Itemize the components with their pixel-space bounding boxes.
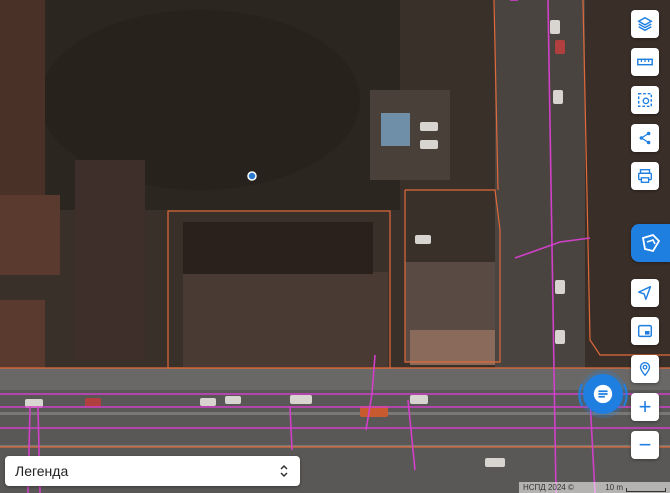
select-area-button[interactable] xyxy=(631,86,659,114)
building-shadow xyxy=(183,222,373,274)
scale-line xyxy=(626,488,666,492)
picture-in-picture-icon xyxy=(637,324,653,338)
ruler-icon xyxy=(637,58,653,66)
location-search-icon xyxy=(639,362,651,377)
point-marker[interactable] xyxy=(247,171,257,181)
side-panel-tab[interactable] xyxy=(631,224,670,262)
legend-label: Легенда xyxy=(15,463,69,479)
layers-icon xyxy=(637,16,653,32)
scale-label: 10 m xyxy=(605,483,623,492)
sidewalk xyxy=(0,368,670,390)
zoom-out-button[interactable]: − xyxy=(631,431,659,459)
search-location-button[interactable] xyxy=(631,355,659,383)
logo-icon xyxy=(641,233,660,253)
attribution-bar: НСПД 2024 © 10 m xyxy=(519,482,670,493)
building-roof-main xyxy=(183,272,388,367)
print-icon xyxy=(638,169,652,183)
layers-button[interactable] xyxy=(631,10,659,38)
chat-button[interactable] xyxy=(583,374,623,414)
print-button[interactable] xyxy=(631,162,659,190)
navigation-arrow-icon xyxy=(637,285,652,301)
share-icon xyxy=(639,131,651,145)
navigate-button[interactable] xyxy=(631,279,659,307)
select-area-icon xyxy=(637,92,653,108)
inset-map-button[interactable] xyxy=(631,317,659,345)
side-street xyxy=(495,0,585,370)
zoom-out-label: − xyxy=(638,432,652,457)
share-button[interactable] xyxy=(631,124,659,152)
building-left-top xyxy=(0,0,45,200)
zoom-in-label: + xyxy=(638,394,652,419)
building-left-bottom xyxy=(0,300,45,370)
chat-icon xyxy=(593,384,613,404)
map-view[interactable] xyxy=(0,0,670,493)
scale-bar: 10 m xyxy=(605,483,666,492)
building-left-mid xyxy=(0,195,60,275)
blue-roof xyxy=(381,113,410,146)
ruler-button[interactable] xyxy=(631,48,659,76)
chevron-updown-icon xyxy=(280,464,288,478)
legend-select[interactable]: Легенда xyxy=(5,456,300,486)
road-divider xyxy=(0,412,670,415)
attribution-text: НСПД 2024 © xyxy=(523,483,574,492)
building-roof-corner-light xyxy=(410,330,495,365)
building-left-long xyxy=(75,160,145,360)
zoom-in-button[interactable]: + xyxy=(631,393,659,421)
